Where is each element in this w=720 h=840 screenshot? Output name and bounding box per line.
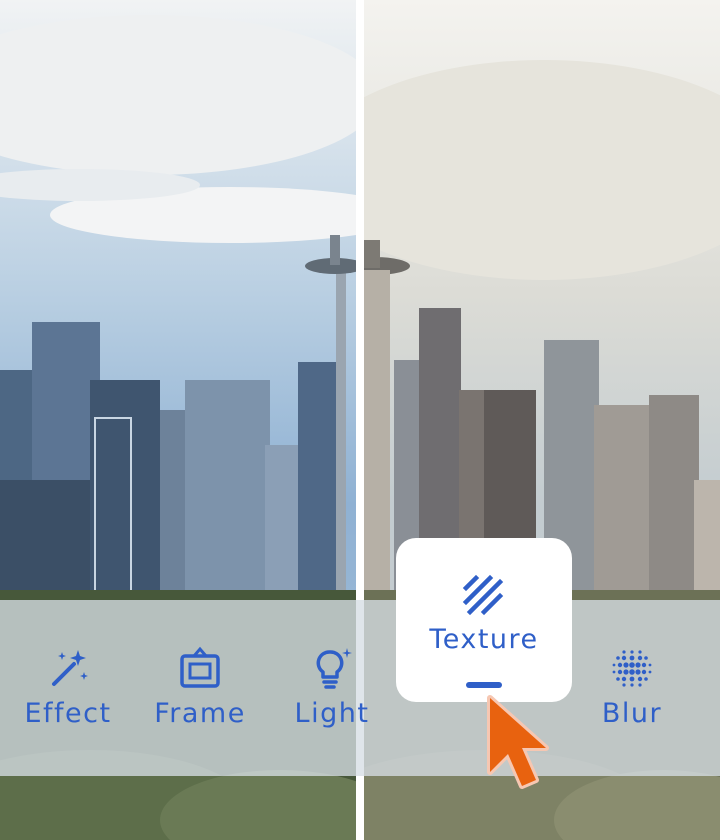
active-indicator: [466, 682, 502, 688]
tool-texture[interactable]: Texture: [396, 538, 572, 702]
magic-wand-icon: [52, 650, 88, 686]
tool-label: Effect: [24, 698, 112, 729]
tool-blur[interactable]: Blur: [572, 640, 692, 750]
texture-icon: [462, 574, 504, 616]
tool-light[interactable]: Light: [272, 640, 392, 750]
frame-icon: [180, 646, 220, 688]
photo-editor: Effect Frame Light Texture Blur: [0, 0, 720, 840]
light-bulb-icon: [316, 648, 352, 689]
tool-label: Light: [294, 698, 370, 729]
tool-label: Blur: [601, 698, 663, 729]
tool-label: Frame: [154, 698, 246, 729]
mouse-cursor-icon: [487, 695, 549, 789]
tool-effect[interactable]: Effect: [8, 640, 128, 750]
tool-frame[interactable]: Frame: [140, 640, 260, 750]
blur-dots-icon: [612, 650, 652, 687]
tool-label: Texture: [429, 624, 539, 655]
